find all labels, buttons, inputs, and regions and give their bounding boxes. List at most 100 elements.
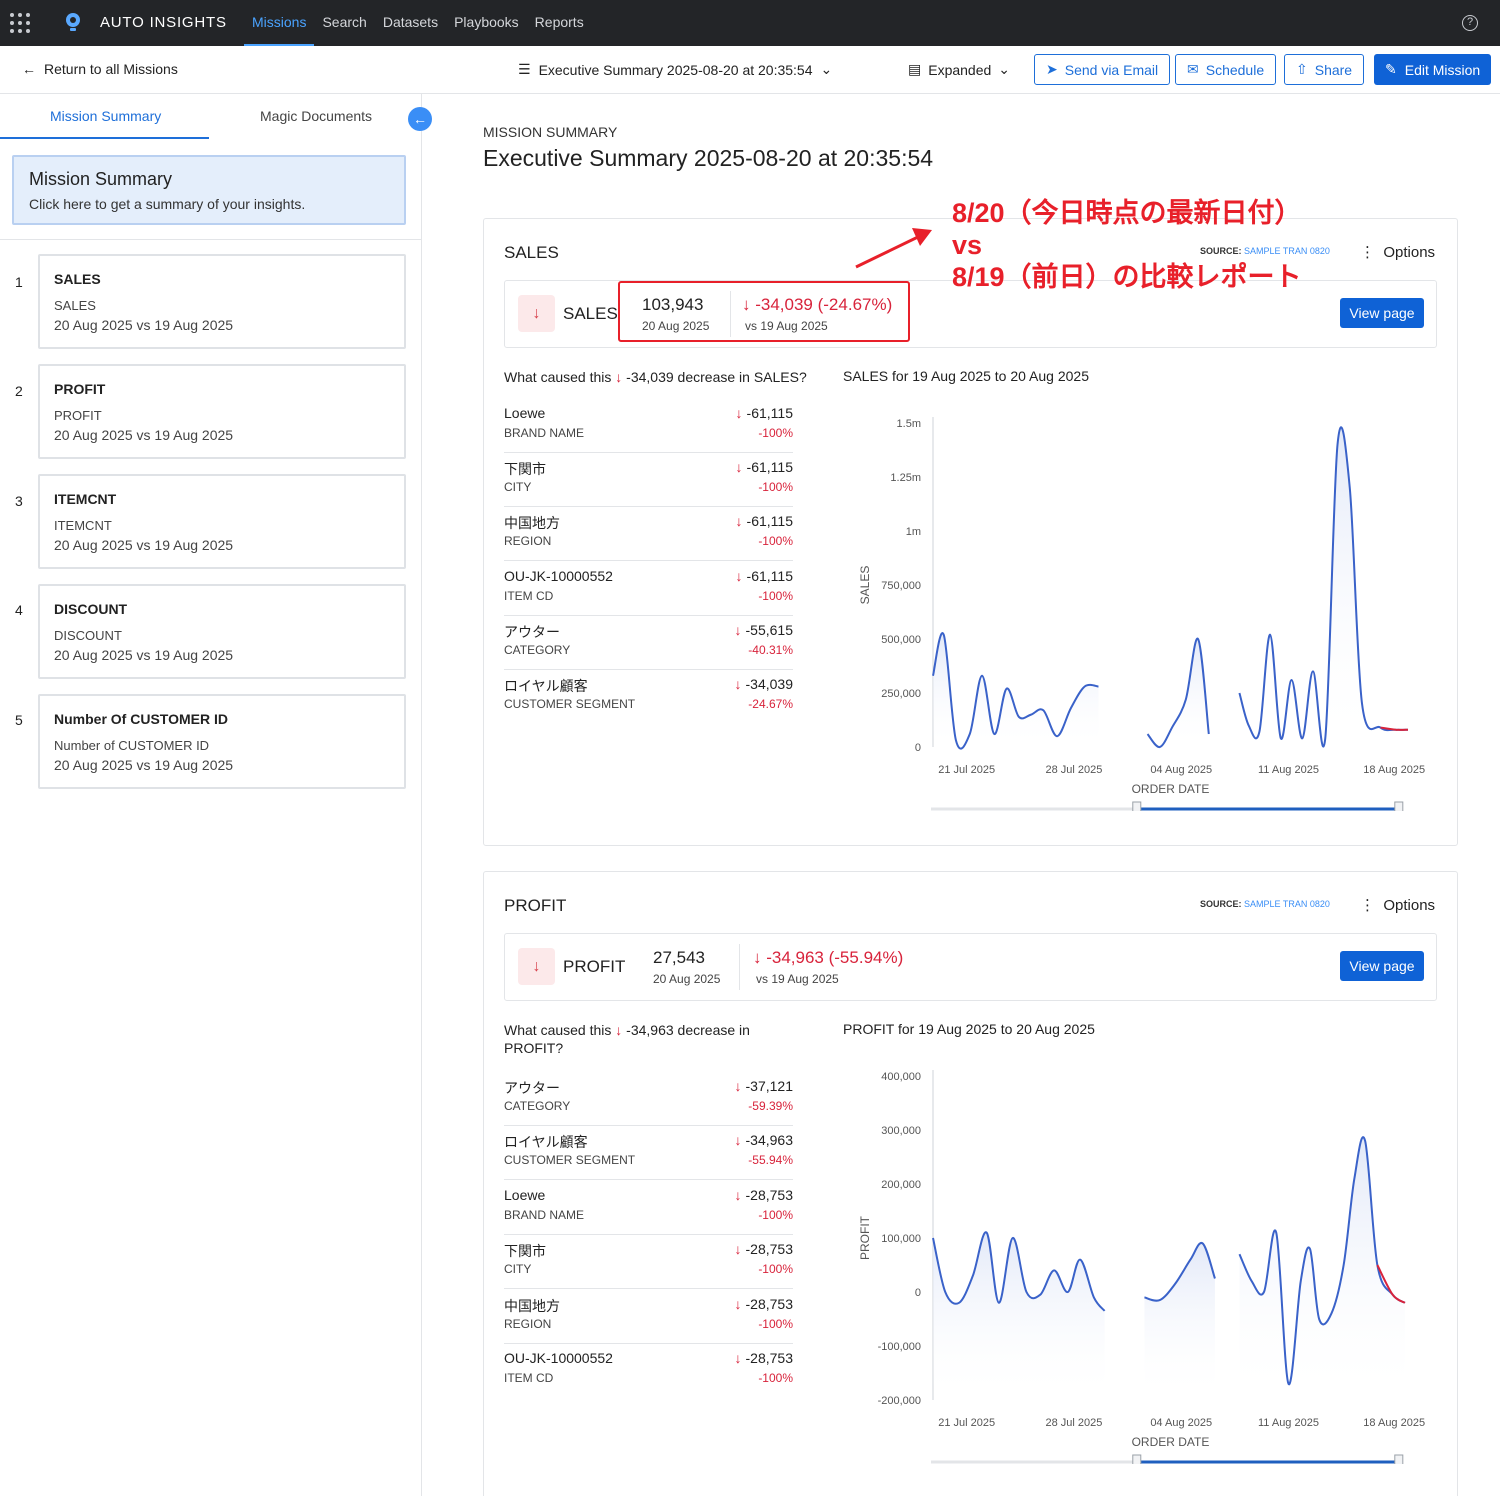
mission-summary-card-title: Mission Summary [29, 169, 173, 189]
driver-row[interactable]: 下関市 CITY ↓ -61,115 -100% [504, 453, 793, 507]
nav-missions[interactable]: Missions [244, 0, 315, 46]
driver-value-text: -61,115 [746, 568, 793, 584]
view-mode-dropdown[interactable]: ▤ Expanded ⌄ [908, 61, 1010, 78]
item-dates: 20 Aug 2025 vs 19 Aug 2025 [54, 317, 234, 333]
driver-percent: -55.94% [748, 1153, 793, 1167]
driver-value: ↓ -28,753 [735, 1187, 793, 1203]
item-subtitle: DISCOUNT [54, 628, 122, 643]
profit-insight-panel: PROFIT SOURCE: SAMPLE TRAN 0820 ⋮ Option… [483, 871, 1458, 1496]
send-icon: ➤ [1046, 61, 1058, 77]
item-title: Number Of CUSTOMER ID [54, 711, 228, 727]
sidebar-item-profit[interactable]: PROFIT PROFIT 20 Aug 2025 vs 19 Aug 2025 [38, 364, 406, 459]
x-tick-label: 28 Jul 2025 [1046, 1417, 1103, 1429]
arrow-down-icon: ↓ [735, 568, 743, 584]
driver-type: BRAND NAME [504, 1208, 585, 1222]
view-page-button[interactable]: View page [1340, 951, 1424, 981]
driver-row[interactable]: OU-JK-10000552 ITEM CD ↓ -61,115 -100% [504, 562, 793, 616]
driver-row[interactable]: アウター CATEGORY ↓ -55,615 -40.31% [504, 616, 793, 670]
driver-name: 中国地方 [504, 1298, 560, 1314]
driver-value-text: -61,115 [746, 459, 793, 475]
panel-title: SALES [504, 243, 559, 262]
driver-row[interactable]: 中国地方 REGION ↓ -28,753 -100% [504, 1290, 793, 1344]
nav-datasets[interactable]: Datasets [375, 0, 446, 46]
mission-summary-card-subtitle: Click here to get a summary of your insi… [29, 196, 306, 212]
driver-percent: -40.31% [748, 643, 793, 657]
driver-name: 下関市 [504, 1243, 546, 1259]
driver-row[interactable]: ロイヤル顧客 CUSTOMER SEGMENT ↓ -34,963 -55.94% [504, 1126, 793, 1180]
edit-mission-button[interactable]: ✎ Edit Mission [1374, 54, 1492, 85]
page-kicker: MISSION SUMMARY [483, 124, 618, 140]
arrow-down-icon: ↓ [518, 948, 555, 985]
item-number: 5 [15, 712, 23, 728]
arrow-down-icon: ↓ [615, 1022, 623, 1038]
sidebar-item-discount[interactable]: DISCOUNT DISCOUNT 20 Aug 2025 vs 19 Aug … [38, 584, 406, 679]
driver-value-text: -28,753 [745, 1241, 793, 1257]
driver-name: アウター [504, 624, 560, 640]
cause-value: -34,963 decrease in [626, 1022, 750, 1038]
y-tick-label: 0 [915, 1287, 921, 1299]
lightbulb-logo-icon [66, 13, 80, 31]
sidebar-item-itemcnt[interactable]: ITEMCNT ITEMCNT 20 Aug 2025 vs 19 Aug 20… [38, 474, 406, 569]
driver-percent: -100% [758, 1317, 793, 1331]
driver-percent: -59.39% [748, 1099, 793, 1113]
nav-search[interactable]: Search [314, 0, 374, 46]
source-name[interactable]: SAMPLE TRAN 0820 [1244, 899, 1330, 909]
annotation-arrow-icon [855, 228, 932, 269]
chart-title: PROFIT for 19 Aug 2025 to 20 Aug 2025 [843, 1021, 1095, 1037]
schedule-button[interactable]: ✉ Schedule [1175, 54, 1277, 85]
x-tick-label: 04 Aug 2025 [1150, 1417, 1212, 1429]
options-menu[interactable]: ⋮ Options [1360, 896, 1435, 914]
cause-suffix: PROFIT? [504, 1040, 564, 1056]
driver-row[interactable]: ロイヤル顧客 CUSTOMER SEGMENT ↓ -34,039 -24.67% [504, 670, 793, 724]
y-tick-label: 200,000 [881, 1179, 921, 1191]
mail-icon: ✉ [1187, 61, 1199, 77]
series-area [1147, 638, 1209, 748]
send-via-email-button[interactable]: ➤ Send via Email [1034, 54, 1171, 85]
driver-row[interactable]: 下関市 CITY ↓ -28,753 -100% [504, 1235, 793, 1289]
nav-reports[interactable]: Reports [527, 0, 592, 46]
series-area [933, 633, 1099, 749]
sidebar-item-sales[interactable]: SALES SALES 20 Aug 2025 vs 19 Aug 2025 [38, 254, 406, 349]
driver-row[interactable]: Loewe BRAND NAME ↓ -28,753 -100% [504, 1181, 793, 1235]
help-icon[interactable]: ? [1462, 15, 1478, 31]
source-label: SOURCE: [1200, 899, 1242, 909]
top-navigation-bar: AUTO INSIGHTS Missions Search Datasets P… [0, 0, 1500, 46]
item-dates: 20 Aug 2025 vs 19 Aug 2025 [54, 647, 234, 663]
driver-row[interactable]: 中国地方 REGION ↓ -61,115 -100% [504, 507, 793, 561]
mission-summary-card[interactable]: Mission Summary Click here to get a summ… [12, 155, 406, 225]
report-selector[interactable]: ☰ Executive Summary 2025-08-20 at 20:35:… [518, 61, 832, 78]
brand-name: AUTO INSIGHTS [100, 14, 227, 31]
cause-title: What caused this ↓ -34,039 decrease in S… [504, 368, 807, 386]
pencil-icon: ✎ [1385, 61, 1397, 77]
main-content: MISSION SUMMARY Executive Summary 2025-0… [423, 94, 1500, 1496]
item-dates: 20 Aug 2025 vs 19 Aug 2025 [54, 427, 234, 443]
share-button[interactable]: ⇧ Share [1284, 54, 1365, 85]
tab-mission-summary[interactable]: Mission Summary [50, 108, 161, 124]
annotation-line: 8/19（前日）の比較レポート [952, 262, 1302, 292]
apps-grid-icon[interactable] [10, 13, 30, 33]
driver-row[interactable]: アウター CATEGORY ↓ -37,121 -59.39% [504, 1072, 793, 1126]
driver-row[interactable]: Loewe BRAND NAME ↓ -61,115 -100% [504, 399, 793, 453]
annotation-line: 8/20（今日時点の最新日付） [952, 198, 1302, 228]
arrow-down-icon: ↓ [735, 405, 743, 421]
return-to-missions-link[interactable]: ← Return to all Missions [22, 61, 178, 77]
driver-row[interactable]: OU-JK-10000552 ITEM CD ↓ -28,753 -100% [504, 1344, 793, 1398]
x-tick-label: 18 Aug 2025 [1363, 764, 1425, 776]
driver-name: Loewe [504, 1187, 546, 1203]
mission-sidebar: Mission Summary Magic Documents ← Missio… [0, 94, 432, 1496]
list-icon: ☰ [518, 61, 531, 77]
driver-value: ↓ -28,753 [735, 1296, 793, 1312]
schedule-label: Schedule [1205, 61, 1265, 78]
sidebar-item-customer-id[interactable]: Number Of CUSTOMER ID Number of CUSTOMER… [38, 694, 406, 789]
tab-magic-documents[interactable]: Magic Documents [260, 108, 372, 124]
arrow-down-icon: ↓ [734, 1296, 742, 1312]
nav-playbooks[interactable]: Playbooks [446, 0, 527, 46]
options-menu[interactable]: ⋮ Options [1360, 243, 1435, 261]
view-page-button[interactable]: View page [1340, 298, 1424, 328]
item-subtitle: SALES [54, 298, 96, 313]
driver-type: ITEM CD [504, 1371, 554, 1385]
driver-type: BRAND NAME [504, 426, 585, 440]
highlight-box [618, 281, 910, 342]
item-dates: 20 Aug 2025 vs 19 Aug 2025 [54, 757, 234, 773]
share-label: Share [1314, 61, 1353, 78]
